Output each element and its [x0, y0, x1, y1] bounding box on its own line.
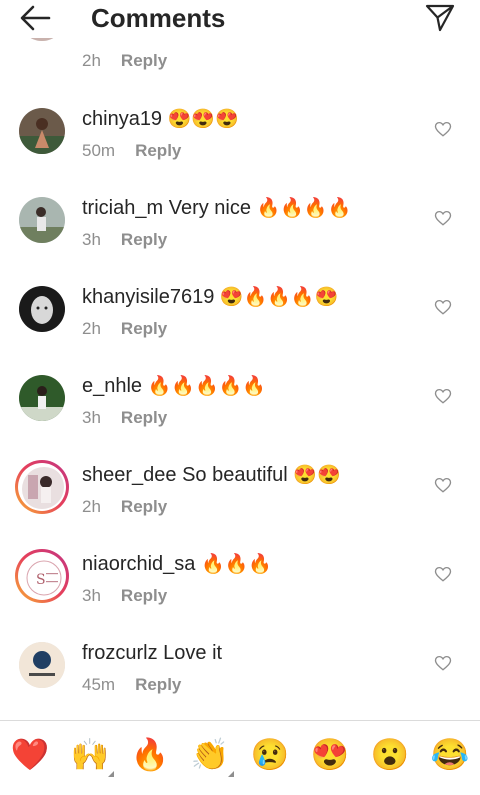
comment-time: 3h — [82, 408, 101, 427]
reply-button[interactable]: Reply — [121, 586, 167, 605]
avatar[interactable] — [19, 286, 65, 332]
comment-meta: 45m Reply — [82, 675, 181, 695]
avatar[interactable] — [15, 460, 69, 514]
like-heart-icon[interactable] — [434, 298, 452, 316]
comment-time: 2h — [82, 497, 101, 516]
avatar[interactable] — [19, 108, 65, 154]
comment-time: 3h — [82, 230, 101, 249]
comment-username[interactable]: sheer_dee — [82, 464, 177, 486]
comment-text-line: sheer_dee So beautiful 😍😍 — [82, 463, 341, 488]
comment-text-line: frozcurlz Love it — [82, 641, 222, 666]
reaction-surprised[interactable]: 😮 — [370, 735, 410, 775]
comment-item: sheer_dee So beautiful 😍😍 2h Reply — [0, 451, 480, 540]
comment-text-line: chinya19 😍😍😍 — [82, 107, 239, 132]
comment-emojis: 😍🔥🔥🔥😍 — [219, 287, 339, 308]
comment-text: Very nice — [168, 197, 251, 219]
comment-item: triciah_m Very nice 🔥🔥🔥🔥 3h Reply — [0, 184, 480, 273]
avatar[interactable] — [19, 375, 65, 421]
reply-button[interactable]: Reply — [135, 141, 181, 160]
comment-meta: 2h Reply — [82, 51, 167, 71]
comment-emojis: 🔥🔥🔥 — [200, 554, 272, 575]
reaction-crying[interactable]: 😢 — [250, 735, 290, 775]
comment-text-line: niaorchid_sa 🔥🔥🔥 — [82, 552, 272, 577]
comment-emojis: 😍😍😍 — [167, 109, 239, 130]
comment-username[interactable]: khanyisile7619 — [82, 286, 214, 308]
like-heart-icon[interactable] — [434, 565, 452, 583]
comment-text-line: triciah_m Very nice 🔥🔥🔥🔥 — [82, 196, 351, 221]
comment-text: So beautiful — [182, 464, 288, 486]
like-heart-icon[interactable] — [434, 476, 452, 494]
comment-item: frozcurlz Love it 45m Reply — [0, 629, 480, 718]
page-title: Comments — [91, 3, 226, 33]
reply-button[interactable]: Reply — [135, 675, 181, 694]
reply-button[interactable]: Reply — [121, 497, 167, 516]
reaction-clapping-hands[interactable]: 👏 — [190, 735, 234, 777]
comment-meta: 3h Reply — [82, 230, 167, 250]
back-arrow-icon[interactable] — [18, 4, 52, 32]
comment-username[interactable]: e_nhle — [82, 375, 142, 397]
comment-meta: 3h Reply — [82, 408, 167, 428]
comment-time: 3h — [82, 586, 101, 605]
comment-meta: 2h Reply — [82, 319, 167, 339]
reaction-tears-of-joy[interactable]: 😂 — [430, 735, 470, 775]
svg-text:S: S — [36, 572, 46, 588]
comment-username[interactable]: niaorchid_sa — [82, 553, 195, 575]
reply-button[interactable]: Reply — [121, 408, 167, 427]
skin-tone-indicator — [108, 771, 114, 777]
reaction-fire[interactable]: 🔥 — [130, 735, 170, 775]
reply-button[interactable]: Reply — [121, 230, 167, 249]
comment-item: chinya19 😍😍😍 50m Reply — [0, 95, 480, 184]
skin-tone-indicator — [228, 771, 234, 777]
avatar-story-ring — [18, 463, 66, 511]
comment-username[interactable]: triciah_m — [82, 197, 163, 219]
avatar[interactable] — [19, 197, 65, 243]
comment-time: 2h — [82, 51, 101, 70]
reply-button[interactable]: Reply — [121, 51, 167, 70]
comment-time: 45m — [82, 675, 116, 694]
like-heart-icon[interactable] — [434, 209, 452, 227]
comment-time: 50m — [82, 141, 116, 160]
comment-item: S niaorchid_sa 🔥🔥🔥 3h Reply — [0, 540, 480, 629]
comment-meta: 50m Reply — [82, 141, 181, 161]
comment-text: Love it — [163, 642, 223, 664]
comment-text-line: e_nhle 🔥🔥🔥🔥🔥 — [82, 374, 266, 399]
avatar[interactable]: S — [15, 549, 69, 603]
send-direct-icon[interactable] — [424, 2, 456, 34]
quick-reactions-bar: ❤️ 🙌 🔥 👏 😢 😍 😮 😂 — [0, 721, 480, 795]
top-bar: Comments — [0, 0, 480, 38]
comment-meta: 3h Reply — [82, 586, 167, 606]
avatar[interactable] — [19, 642, 65, 688]
comment-time: 2h — [82, 319, 101, 338]
reply-button[interactable]: Reply — [121, 319, 167, 338]
reaction-heart[interactable]: ❤️ — [10, 735, 50, 775]
comment-emojis: 🔥🔥🔥🔥 — [256, 198, 352, 219]
comment-item: khanyisile7619 😍🔥🔥🔥😍 2h Reply — [0, 273, 480, 362]
comment-emojis: 🔥🔥🔥🔥🔥 — [147, 376, 266, 397]
like-heart-icon[interactable] — [434, 120, 452, 138]
comment-text-line: khanyisile7619 😍🔥🔥🔥😍 — [82, 285, 338, 310]
comment-list[interactable]: 2h Reply chinya19 😍😍😍 50m Reply triciah_m … — [0, 0, 480, 720]
comment-username[interactable]: chinya19 — [82, 108, 162, 130]
comment-meta: 2h Reply — [82, 497, 167, 517]
reaction-raised-hands[interactable]: 🙌 — [70, 735, 114, 777]
comment-username[interactable]: frozcurlz — [82, 642, 158, 664]
comment-emojis: 😍😍 — [293, 465, 341, 486]
avatar-story-ring: S — [18, 552, 66, 600]
like-heart-icon[interactable] — [434, 654, 452, 672]
reaction-emoji: 👏 — [190, 737, 230, 772]
reaction-emoji: 🙌 — [70, 737, 110, 772]
like-heart-icon[interactable] — [434, 387, 452, 405]
reaction-heart-eyes[interactable]: 😍 — [310, 735, 350, 775]
comment-item: e_nhle 🔥🔥🔥🔥🔥 3h Reply — [0, 362, 480, 451]
